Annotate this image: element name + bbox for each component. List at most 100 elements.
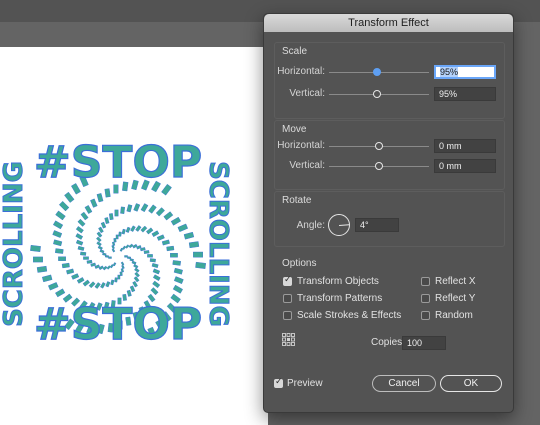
spiral-segment	[71, 273, 80, 280]
spiral-segment	[152, 274, 161, 281]
options-group-title: Options	[282, 258, 317, 269]
transform-patterns-label: Transform Patterns	[297, 293, 383, 304]
dialog-title[interactable]: Transform Effect	[264, 14, 513, 32]
preview-label: Preview	[287, 378, 323, 389]
spiral-segment	[172, 260, 181, 266]
art-left-text: SCROLLING	[0, 161, 29, 327]
spiral-segment	[130, 225, 136, 232]
spiral-segment	[170, 216, 181, 226]
spiral-segment	[55, 288, 66, 298]
spiral-segment	[77, 245, 85, 251]
spiral-segment	[100, 221, 107, 229]
rotate-group-title: Rotate	[282, 195, 312, 206]
spiral-segment	[64, 191, 75, 203]
spiral-segment	[30, 244, 41, 252]
spiral-segment	[155, 207, 165, 217]
spiral-segment	[128, 243, 134, 249]
transform-patterns-checkbox[interactable]	[283, 294, 292, 303]
reference-point-icon[interactable]	[282, 333, 295, 346]
scale-strokes-checkbox[interactable]	[283, 311, 292, 320]
spiral-segment	[94, 282, 101, 289]
spiral-segment	[77, 218, 86, 227]
move-vertical-input[interactable]: 0 mm	[434, 159, 496, 173]
spiral-segment	[102, 265, 108, 271]
spiral-segment	[132, 280, 138, 288]
scale-vertical-label: Vertical:	[289, 88, 325, 99]
spiral-segment	[108, 213, 114, 221]
reflect-y-label: Reflect Y	[435, 293, 476, 304]
artwork[interactable]: #STOP #STOP SCROLLING SCROLLING	[0, 129, 230, 354]
spiral-segment	[151, 230, 160, 237]
ok-button[interactable]: OK	[440, 375, 502, 392]
spiral-segment	[100, 282, 106, 289]
spiral-segment	[90, 198, 98, 208]
spiral-segment	[108, 256, 112, 259]
spiral-segment	[125, 226, 131, 233]
move-vertical-label: Vertical:	[289, 160, 325, 171]
rotate-angle-label: Angle:	[296, 220, 325, 231]
spiral-segment	[117, 274, 121, 280]
move-horizontal-label: Horizontal:	[277, 140, 325, 151]
spiral-segment	[135, 225, 142, 232]
copies-input[interactable]: 100	[402, 336, 446, 350]
spiral-segment	[151, 263, 159, 268]
move-group-title: Move	[282, 124, 307, 135]
reflect-x-checkbox[interactable]	[421, 277, 430, 286]
move-horizontal-input[interactable]: 0 mm	[434, 139, 496, 153]
spiral-segment	[129, 258, 134, 262]
spiral-segment	[42, 274, 53, 283]
spiral-segment	[122, 245, 127, 250]
spiral-segment	[140, 203, 149, 213]
spiral-segment	[120, 206, 126, 214]
spiral-segment	[66, 268, 75, 275]
spiral-segment	[105, 281, 111, 288]
spiral-segment	[166, 245, 175, 252]
artboard: #STOP #STOP SCROLLING SCROLLING	[0, 47, 268, 425]
spiral-segment	[143, 250, 150, 254]
scale-horizontal-slider-thumb[interactable]	[373, 68, 381, 76]
spiral-segment	[36, 265, 48, 273]
spiral-segment	[148, 204, 157, 214]
spiral-segment	[75, 233, 84, 240]
transform-objects-checkbox[interactable]	[283, 275, 292, 286]
spiral-segment	[149, 258, 156, 263]
angle-dial[interactable]	[328, 214, 350, 236]
spiral-segment	[96, 236, 102, 243]
spiral-segment	[80, 211, 89, 221]
spiral-segment	[111, 241, 116, 246]
scale-horizontal-label: Horizontal:	[277, 66, 325, 77]
scale-horizontal-input[interactable]: 95%	[434, 65, 496, 79]
preview-checkbox[interactable]	[274, 377, 283, 388]
spiral-segment	[172, 284, 183, 294]
copies-label: Copies	[371, 337, 403, 348]
spiral-segment	[121, 228, 126, 235]
spiral-segment	[53, 239, 63, 247]
spiral-segment	[84, 205, 93, 214]
spiral-segment	[55, 210, 66, 221]
spiral-segment	[86, 259, 93, 264]
move-horizontal-slider-thumb[interactable]	[375, 142, 383, 150]
spiral-segment	[83, 256, 89, 260]
spiral-segment	[115, 234, 119, 240]
rotate-angle-input[interactable]: 4°	[355, 218, 399, 232]
spiral-segment	[146, 227, 154, 235]
spiral-segment	[147, 254, 153, 258]
spiral-segment	[111, 248, 116, 253]
spiral-segment	[173, 267, 183, 275]
spiral-segment	[106, 265, 111, 270]
spiral-segment	[104, 217, 110, 224]
spiral-segment	[152, 268, 161, 275]
spiral-segment	[96, 193, 104, 203]
scale-vertical-slider-thumb[interactable]	[373, 90, 381, 98]
move-vertical-slider-thumb[interactable]	[375, 162, 383, 170]
random-checkbox[interactable]	[421, 311, 430, 320]
options-group: Options Transform Objects Reflect X Tran…	[274, 248, 505, 360]
reflect-y-checkbox[interactable]	[421, 294, 430, 303]
spiral-segment	[82, 279, 90, 287]
spiral-segment	[140, 247, 146, 252]
scale-vertical-input[interactable]: 95%	[434, 87, 496, 101]
spiral-segment	[119, 271, 123, 277]
spiral-segment	[99, 249, 105, 254]
spiral-segment	[124, 255, 128, 258]
cancel-button[interactable]: Cancel	[372, 375, 436, 392]
